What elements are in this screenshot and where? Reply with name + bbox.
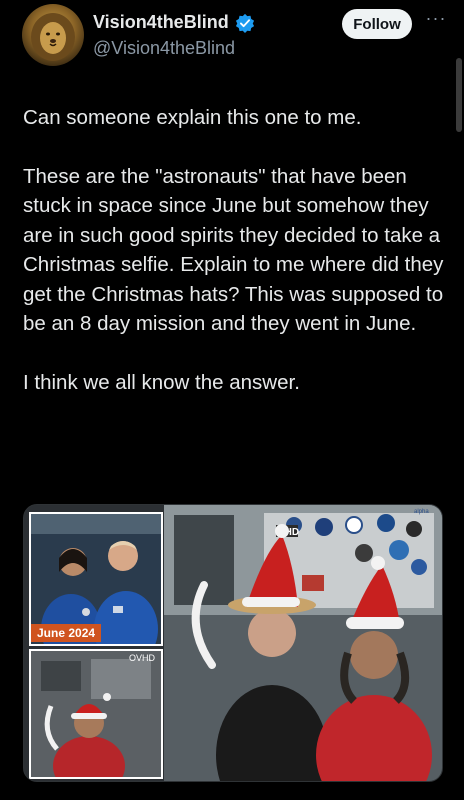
scrollbar[interactable] xyxy=(456,58,462,132)
follow-button[interactable]: Follow xyxy=(342,9,412,39)
verified-badge-icon xyxy=(235,13,254,33)
christmas-inset-illustration: OVHD xyxy=(31,651,161,777)
tweet-paragraph: Can someone explain this one to me. xyxy=(23,106,362,129)
date-label: June 2024 xyxy=(31,624,102,642)
author-handle[interactable]: @Vision4theBlind xyxy=(93,38,235,59)
tweet-media-image[interactable]: June 2024 OVHD alpha xyxy=(23,504,443,782)
inset-photo-june: June 2024 xyxy=(29,512,163,646)
tweet-text: Can someone explain this one to me. Thes… xyxy=(23,103,448,397)
tweet-header: Vision4theBlind @Vision4theBlind Follow … xyxy=(0,0,464,80)
more-options-icon[interactable]: ··· xyxy=(424,8,448,32)
alpha-logo-text: alpha xyxy=(414,509,429,515)
author-name-row[interactable]: Vision4theBlind xyxy=(93,12,255,33)
tweet-paragraph: These are the "astronauts" that have bee… xyxy=(23,164,444,336)
lion-avatar-icon[interactable] xyxy=(22,4,84,66)
inset-photo-christmas: OVHD xyxy=(29,649,163,779)
main-photo: VHD alpha xyxy=(164,505,442,781)
tweet-paragraph: I think we all know the answer. xyxy=(23,370,300,394)
iss-christmas-illustration: VHD alpha xyxy=(164,505,442,781)
ovhd-label: OVHD xyxy=(129,653,156,663)
author-display-name[interactable]: Vision4theBlind xyxy=(93,12,229,33)
